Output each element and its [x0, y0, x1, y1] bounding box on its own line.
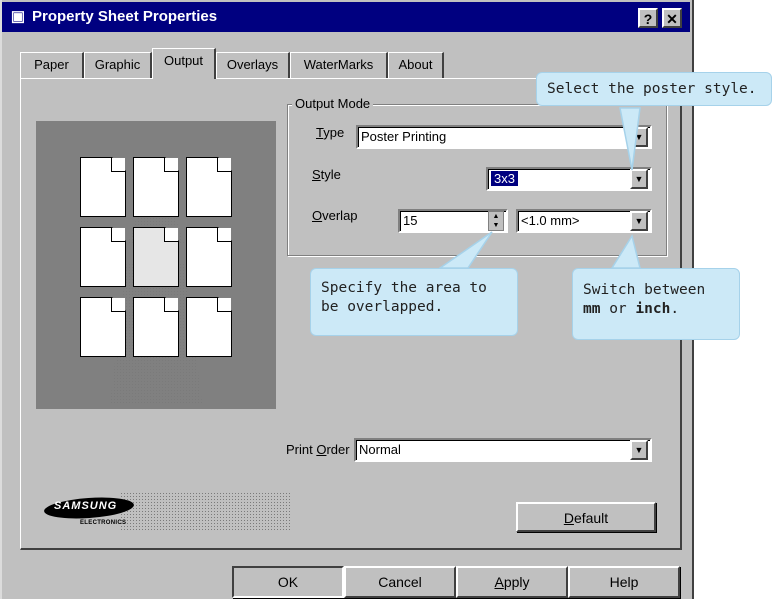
overlap-spinner[interactable]: ▲ ▼ [488, 211, 504, 231]
output-mode-label: Output Mode [292, 95, 374, 113]
unit-callout-line1: Switch between [583, 282, 706, 298]
chevron-down-icon[interactable]: ▼ [630, 127, 648, 147]
print-order-dropdown[interactable]: Normal [354, 438, 652, 462]
overlap-callout-line1: Specify the area to [321, 280, 487, 296]
style-label: Style [312, 167, 341, 182]
help-footer-button[interactable]: Help [568, 566, 680, 598]
apply-button[interactable]: Apply [456, 566, 568, 598]
poster-page [80, 297, 126, 357]
type-label: Type [316, 125, 345, 140]
print-order-label: Print Order [286, 442, 350, 457]
style-dropdown[interactable]: 3x3 [486, 167, 652, 191]
title-bar[interactable]: ▣ Property Sheet Properties ? ✕ [2, 2, 690, 32]
unit-value: <1.0 mm> [521, 213, 580, 228]
poster-page [133, 157, 179, 217]
poster-page [186, 157, 232, 217]
unit-callout-line2: mm or inch. [583, 301, 680, 317]
default-button[interactable]: Default [516, 502, 656, 532]
poster-page [186, 297, 232, 357]
tab-about[interactable]: About [388, 52, 444, 78]
poster-page [133, 297, 179, 357]
tab-overlays[interactable]: Overlays [216, 52, 290, 78]
chevron-down-icon[interactable]: ▼ [630, 440, 648, 460]
style-value: 3x3 [491, 171, 518, 186]
type-value: Poster Printing [361, 129, 447, 144]
window-title: Property Sheet Properties [32, 8, 218, 25]
overlap-callout: Specify the area to be overlapped. [310, 268, 518, 336]
poster-page [80, 157, 126, 217]
samsung-logo: SAMSUNG ELECTRONICS [43, 494, 135, 530]
help-button[interactable]: ? [638, 8, 658, 28]
print-order-value: Normal [359, 442, 401, 457]
ok-button[interactable]: OK [232, 566, 344, 598]
style-callout: Select the poster style. [536, 72, 772, 106]
chevron-down-icon[interactable]: ▼ [630, 169, 648, 189]
logo-brand: SAMSUNG [54, 500, 118, 512]
chevron-down-icon[interactable]: ▼ [630, 211, 648, 231]
type-dropdown[interactable]: Poster Printing [356, 125, 652, 149]
cancel-button[interactable]: Cancel [344, 566, 456, 598]
spin-down-icon[interactable]: ▼ [489, 221, 503, 230]
tab-paper[interactable]: Paper [20, 52, 84, 78]
tab-watermarks[interactable]: WaterMarks [290, 52, 388, 78]
poster-page [80, 227, 126, 287]
overlap-callout-line2: be overlapped. [321, 299, 444, 315]
logo-sub: ELECTRONICS [80, 520, 127, 526]
spin-up-icon[interactable]: ▲ [489, 212, 503, 221]
printer-icon: ▣ [10, 8, 26, 25]
tab-graphic[interactable]: Graphic [84, 52, 152, 78]
close-button[interactable]: ✕ [662, 8, 682, 28]
unit-callout: Switch between mm or inch. [572, 268, 740, 340]
logo-texture [120, 492, 290, 532]
poster-preview [36, 121, 276, 409]
overlap-label: Overlap [312, 208, 358, 223]
poster-page [186, 227, 232, 287]
tab-output[interactable]: Output [152, 48, 216, 79]
poster-page [133, 227, 179, 287]
